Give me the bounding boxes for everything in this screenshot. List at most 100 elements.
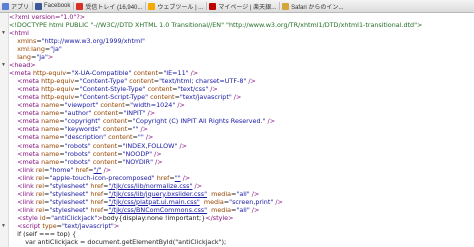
attr-name-token: content: [150, 93, 175, 102]
source-line: <link rel="stylesheet" href="/tjk/css/BN…: [9, 206, 474, 214]
link-token[interactable]: "/": [94, 166, 102, 174]
fold-toggle-icon[interactable]: ▼: [1, 30, 6, 36]
tag-token: />: [101, 165, 112, 174]
tag-token: />: [249, 189, 260, 198]
attr-name-token: name: [41, 133, 60, 142]
tag-token: <meta: [17, 77, 42, 86]
tag-token: <?xml version="1.0"?>: [9, 13, 86, 21]
source-line: <meta name="robots" content="NOYDIR" />: [9, 158, 474, 166]
mail-icon: [76, 2, 84, 10]
attr-value-token: "text/javascript": [179, 93, 232, 102]
script-token: if (self === top) {: [9, 229, 77, 238]
attr-value-token: "text/css": [177, 85, 209, 94]
bookmark-item[interactable]: 受信トレイ (16,940...: [74, 0, 145, 12]
tag-token: <link: [17, 205, 36, 214]
bookmark-icon: [148, 2, 156, 10]
attr-name-token: media: [203, 197, 224, 206]
tag-token: <script: [17, 221, 43, 230]
source-line: var antiClickjack = document.getElementB…: [9, 238, 474, 246]
facebook-icon: [35, 2, 43, 10]
apps-grid-icon: [2, 2, 9, 10]
attr-name-token: name: [41, 141, 60, 150]
source-line: <meta name="author" content="INPIT" />: [9, 109, 474, 117]
attr-value-token: "apple-touch-icon-precomposed": [49, 173, 155, 182]
tag-token: <head>: [9, 61, 36, 70]
tag-token: </style>: [205, 213, 234, 222]
attr-name-token: href: [156, 173, 170, 182]
tag-token: <meta: [17, 109, 42, 118]
source-line: <meta name="description" content="" />: [9, 133, 474, 141]
attr-name-token: rel: [35, 181, 45, 190]
tag-token: />: [231, 93, 242, 102]
source-line: lang="ja">: [9, 53, 474, 61]
tag-token: <style: [17, 213, 40, 222]
attr-name-token: href: [90, 189, 104, 198]
link-token[interactable]: "/tjk/css/lib/jquery.bxslider.css": [108, 190, 207, 198]
attr-name-token: content: [100, 101, 125, 110]
source-line: if (self === top) {: [9, 230, 474, 238]
attr-name-token: content: [102, 125, 128, 134]
attr-value-token: "X-UA-Compatible": [71, 69, 132, 78]
attr-value-token: "ja": [36, 53, 48, 62]
source-line: <html: [9, 29, 474, 37]
bookmark-item[interactable]: Safari からのイン...: [280, 0, 346, 12]
tag-token: >: [47, 53, 54, 62]
attr-name-token: rel: [35, 173, 45, 182]
source-line: <head>: [9, 61, 474, 69]
bookmark-item[interactable]: マイページ | 楽天銀...: [207, 0, 279, 12]
attr-value-token: "NOODP": [122, 149, 153, 158]
attr-value-token: "all": [236, 205, 250, 214]
tag-token: />: [192, 181, 202, 190]
tag-token: <meta: [17, 133, 42, 142]
bookmark-item[interactable]: アプリ: [0, 0, 32, 12]
tag-token: <html: [9, 29, 29, 38]
attr-name-token: http-equiv: [41, 93, 75, 102]
tag-token: <meta: [17, 157, 42, 166]
attr-value-token: "INPIT": [123, 109, 146, 118]
bookmark-label: 受信トレイ (16,940...: [85, 4, 143, 11]
tag-token: <meta: [17, 93, 42, 102]
attr-name-token: http-equiv: [41, 85, 75, 94]
tag-token: />: [188, 69, 199, 78]
attr-name-token: lang: [17, 53, 31, 62]
source-line: <meta name="viewport" content="width=102…: [9, 101, 474, 109]
source-line: <meta http-equiv="X-UA-Compatible" conte…: [9, 69, 474, 77]
tag-token: />: [152, 149, 162, 158]
attr-name-token: name: [41, 125, 60, 134]
attr-name-token: content: [108, 133, 133, 142]
attr-name-token: content: [102, 117, 128, 126]
fold-toggle-icon[interactable]: ▼: [1, 223, 6, 229]
link-token[interactable]: "/tjk/css/BNComCommons.css": [108, 206, 207, 214]
attr-value-token: "description": [64, 133, 107, 142]
tag-token: <meta: [9, 69, 33, 78]
tag-token: <meta: [17, 141, 42, 150]
fold-toggle-icon[interactable]: ▼: [1, 62, 6, 68]
tag-token: <link: [17, 181, 36, 190]
bookmark-label: Facebook: [44, 3, 71, 9]
tag-token: <meta: [17, 125, 42, 134]
link-token[interactable]: "/tjk/css/lib/normalize.css": [108, 182, 192, 190]
attr-name-token: content: [129, 77, 154, 86]
bookmark-item[interactable]: ウェブツール | ...: [146, 0, 206, 12]
attr-value-token: "stylesheet": [49, 189, 89, 198]
bookmark-item[interactable]: Facebook: [33, 0, 73, 12]
tag-token: />: [208, 85, 218, 94]
attr-name-token: media: [211, 205, 232, 214]
attr-value-token: "all": [236, 189, 250, 198]
tag-token: />: [143, 133, 154, 142]
attr-value-token: "Copyright (C) INPIT All Rights Reserved…: [132, 117, 266, 126]
attr-name-token: content: [93, 109, 119, 118]
attr-name-token: href: [90, 205, 104, 214]
link-token[interactable]: "/tjk/css/platpat.ui.main.css": [108, 198, 199, 206]
folder-icon: [282, 2, 290, 10]
attr-value-token: "text/html; charset=UTF-8": [159, 77, 247, 86]
attr-value-token: "robots": [64, 149, 91, 158]
attr-name-token: rel: [35, 197, 45, 206]
